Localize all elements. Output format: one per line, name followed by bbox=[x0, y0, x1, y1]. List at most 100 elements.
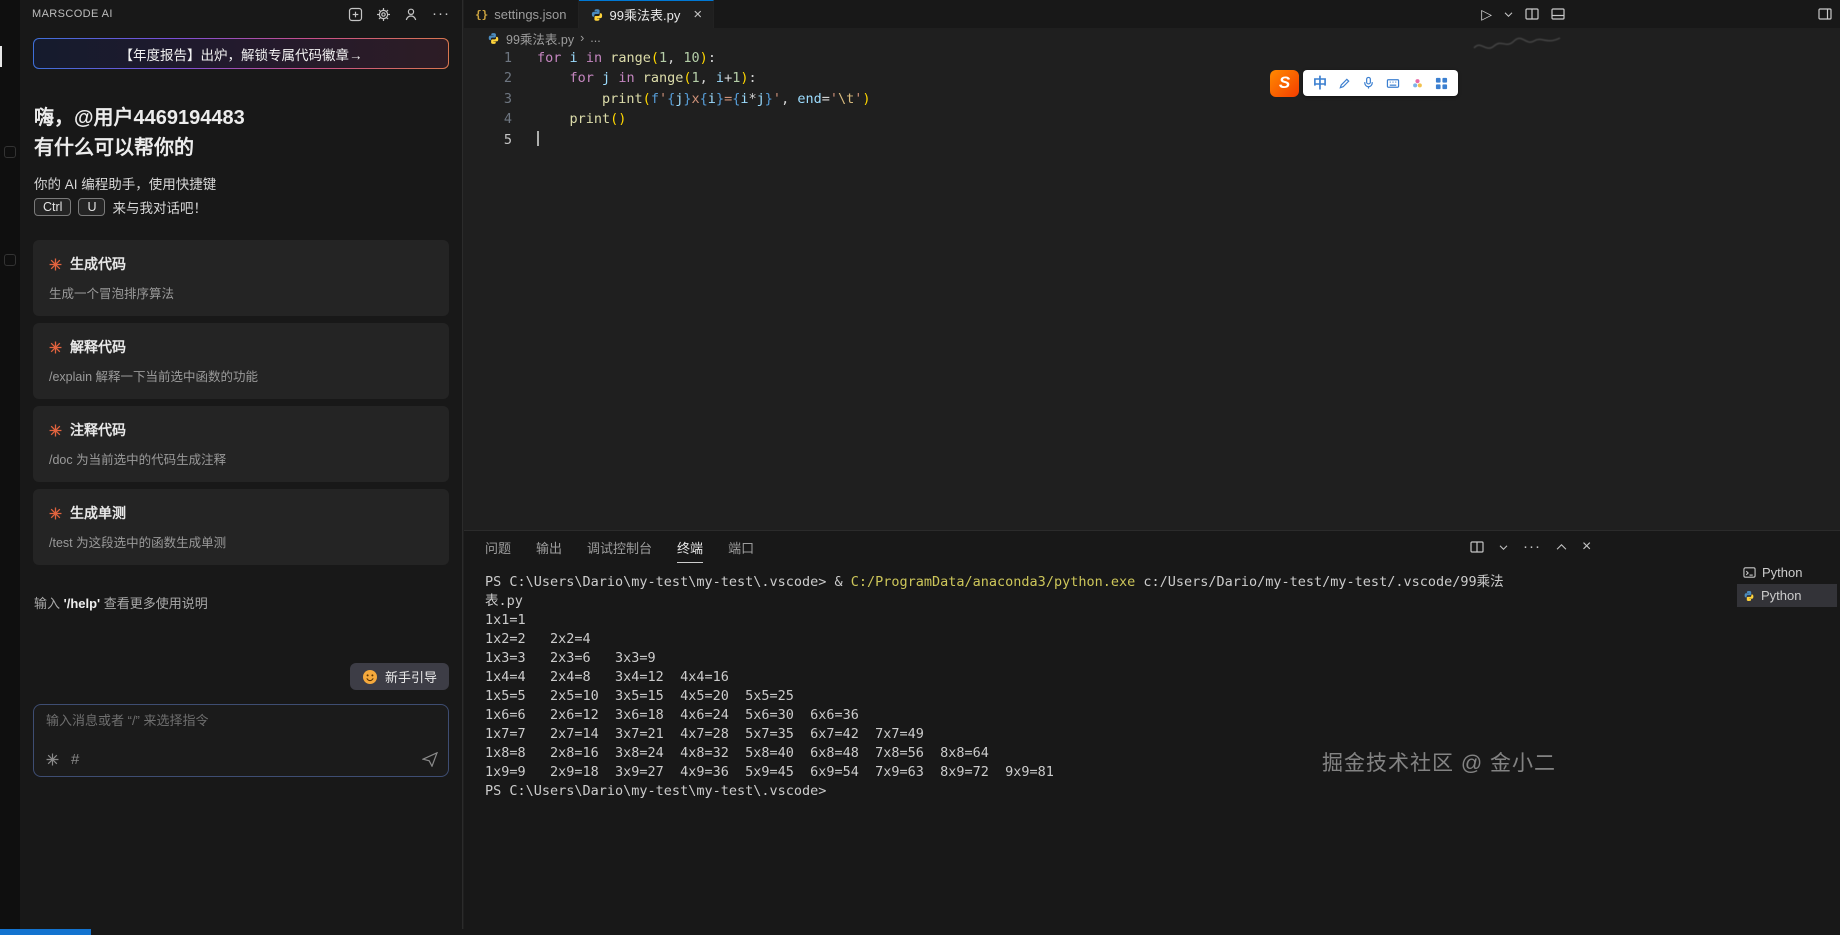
terminal-profile-chevron-icon[interactable] bbox=[1499, 544, 1508, 551]
close-tab-icon[interactable]: × bbox=[693, 6, 702, 23]
ime-grid-icon[interactable] bbox=[1435, 77, 1448, 90]
greeting-line1: 嗨，@用户4469194483 bbox=[34, 101, 245, 130]
terminal-line: 1x5=5 2x5=10 3x5=15 4x5=20 5x5=25 bbox=[485, 687, 1732, 706]
breadcrumb[interactable]: 99乘法表.py › ... bbox=[464, 28, 1840, 48]
key-ctrl: Ctrl bbox=[34, 198, 71, 216]
ime-pen-icon[interactable] bbox=[1338, 77, 1351, 90]
send-icon[interactable] bbox=[422, 752, 438, 767]
panel-tab-问题[interactable]: 问题 bbox=[485, 538, 511, 563]
code-line-1[interactable]: 1for i in range(1, 10): bbox=[464, 48, 1840, 68]
assistant-subtitle: 你的 AI 编程助手，使用快捷键 bbox=[34, 173, 216, 193]
code-line-3[interactable]: 3 print(f'{j}x{i}={i*j}', end='\t') bbox=[464, 89, 1840, 109]
banner-text: 【年度报告】出炉，解锁专属代码徽章→ bbox=[120, 44, 363, 64]
close-panel-icon[interactable]: × bbox=[1582, 541, 1591, 553]
active-view-indicator bbox=[0, 46, 2, 67]
ime-mic-icon[interactable] bbox=[1362, 76, 1375, 90]
ime-pill: 中 bbox=[1303, 70, 1458, 96]
terminal-instance-2[interactable]: Python bbox=[1737, 584, 1837, 607]
terminal-instance-label: Python bbox=[1762, 565, 1802, 580]
hash-button[interactable]: # bbox=[71, 751, 79, 768]
breadcrumb-file: 99乘法表.py bbox=[506, 29, 574, 48]
json-icon: {} bbox=[475, 8, 488, 21]
terminal-line: PS C:\Users\Dario\my-test\my-test\.vscod… bbox=[485, 782, 1732, 801]
code-line-5[interactable]: 5 bbox=[464, 130, 1840, 150]
line-number: 5 bbox=[464, 130, 512, 150]
suggestion-card-2[interactable]: 解释代码/explain 解释一下当前选中函数的功能 bbox=[33, 323, 449, 399]
panel-tabs: 问题输出调试控制台终端端口 bbox=[485, 538, 754, 563]
card-title: 解释代码 bbox=[70, 337, 126, 357]
ime-skin-icon[interactable] bbox=[1411, 77, 1424, 90]
suggestion-card-4[interactable]: 生成单测/test 为这段选中的函数生成单测 bbox=[33, 489, 449, 565]
sparkle-icon bbox=[49, 424, 62, 437]
run-dropdown-chevron-icon[interactable] bbox=[1504, 11, 1513, 18]
activity-icon[interactable] bbox=[4, 254, 16, 266]
panel-more-icon[interactable]: ··· bbox=[1523, 542, 1541, 552]
customize-layout-icon[interactable] bbox=[1818, 7, 1832, 21]
panel-tab-终端[interactable]: 终端 bbox=[677, 538, 703, 563]
panel-tab-调试控制台[interactable]: 调试控制台 bbox=[587, 538, 652, 563]
shortcut-tail: 来与我对话吧！ bbox=[112, 197, 207, 217]
remote-indicator[interactable] bbox=[0, 929, 91, 935]
bottom-panel: 问题输出调试控制台终端端口 ··· × PS C:\Users\Dario\my… bbox=[464, 530, 1840, 929]
panel-tab-端口[interactable]: 端口 bbox=[728, 538, 754, 563]
terminal-line: 1x1=1 bbox=[485, 611, 1732, 630]
card-desc: 生成一个冒泡排序算法 bbox=[49, 283, 433, 302]
breadcrumb-more[interactable]: ... bbox=[590, 31, 600, 45]
card-desc: /test 为这段选中的函数生成单测 bbox=[49, 532, 433, 551]
terminal-line: 1x2=2 2x2=4 bbox=[485, 630, 1732, 649]
terminal-line: 1x3=3 2x3=6 3x3=9 bbox=[485, 649, 1732, 668]
breadcrumb-chevron: › bbox=[580, 31, 584, 45]
code-line-4[interactable]: 4 print() bbox=[464, 109, 1840, 129]
toggle-panel-icon[interactable] bbox=[1551, 7, 1565, 21]
terminal-instance-1[interactable]: Python bbox=[1737, 561, 1837, 584]
text-cursor bbox=[537, 131, 539, 146]
suggestion-card-1[interactable]: 生成代码生成一个冒泡排序算法 bbox=[33, 240, 449, 316]
gear-icon[interactable] bbox=[376, 7, 391, 22]
sidebar-title: MARSCODE AI bbox=[32, 8, 113, 20]
chat-input[interactable] bbox=[46, 713, 436, 728]
line-number: 3 bbox=[464, 89, 512, 109]
panel-tab-输出[interactable]: 输出 bbox=[536, 538, 562, 563]
editor-area: {} settings.json 99乘法表.py × ▷ 99乘法表.py › ..… bbox=[464, 0, 1840, 929]
split-editor-icon[interactable] bbox=[1525, 7, 1539, 21]
beginner-guide-button[interactable]: 新手引导 bbox=[350, 663, 449, 690]
terminal-icon bbox=[1743, 566, 1756, 579]
tab-label: 99乘法表.py bbox=[610, 5, 681, 24]
code-line-2[interactable]: 2 for j in range(1, i+1): bbox=[464, 68, 1840, 88]
terminal-instance-list: Python Python bbox=[1737, 561, 1837, 607]
community-watermark: 掘金技术社区 @ 金小二 bbox=[1322, 747, 1556, 777]
card-title: 生成单测 bbox=[70, 503, 126, 523]
shortcut-row: Ctrl U 来与我对话吧！ bbox=[34, 197, 207, 217]
line-number: 1 bbox=[464, 48, 512, 68]
key-u: U bbox=[78, 198, 105, 216]
sogou-logo-icon[interactable]: S bbox=[1270, 70, 1299, 97]
suggestion-cards: 生成代码生成一个冒泡排序算法解释代码/explain 解释一下当前选中函数的功能… bbox=[33, 240, 449, 572]
terminal-instance-label: Python bbox=[1761, 588, 1801, 603]
tab-label: settings.json bbox=[494, 7, 566, 22]
maximize-panel-chevron-icon[interactable] bbox=[1556, 543, 1567, 551]
account-icon[interactable] bbox=[404, 7, 419, 22]
sparkle-icon bbox=[49, 507, 62, 520]
tab-99乘法表.py[interactable]: 99乘法表.py × bbox=[579, 0, 715, 28]
code-editor[interactable]: 1for i in range(1, 10):2 for j in range(… bbox=[464, 48, 1840, 150]
editor-actions: ▷ bbox=[1481, 0, 1565, 28]
activity-icon[interactable] bbox=[4, 146, 16, 158]
more-actions-icon[interactable]: ··· bbox=[432, 9, 450, 19]
line-number: 4 bbox=[464, 109, 512, 129]
tab-settings.json[interactable]: {} settings.json bbox=[464, 0, 579, 28]
python-icon bbox=[487, 32, 500, 45]
suggestion-card-3[interactable]: 注释代码/doc 为当前选中的代码生成注释 bbox=[33, 406, 449, 482]
terminal-line: PS C:\Users\Dario\my-test\my-test\.vscod… bbox=[485, 573, 1732, 592]
terminal-line: 1x6=6 2x6=12 3x6=18 4x6=24 5x6=30 6x6=36 bbox=[485, 706, 1732, 725]
run-button[interactable]: ▷ bbox=[1481, 6, 1492, 23]
ime-keyboard-icon[interactable] bbox=[1386, 77, 1400, 90]
ime-chinese-mode-icon[interactable]: 中 bbox=[1313, 73, 1327, 93]
status-bar bbox=[0, 929, 1840, 935]
split-terminal-icon[interactable] bbox=[1470, 540, 1484, 554]
annual-report-banner[interactable]: 【年度报告】出炉，解锁专属代码徽章→ bbox=[33, 38, 449, 69]
sparkle-icon[interactable] bbox=[46, 753, 59, 766]
new-chat-icon[interactable] bbox=[348, 7, 363, 22]
panel-actions: ··· × bbox=[1470, 540, 1591, 554]
chat-input-box[interactable]: # bbox=[33, 704, 449, 777]
python-icon bbox=[1743, 590, 1755, 602]
